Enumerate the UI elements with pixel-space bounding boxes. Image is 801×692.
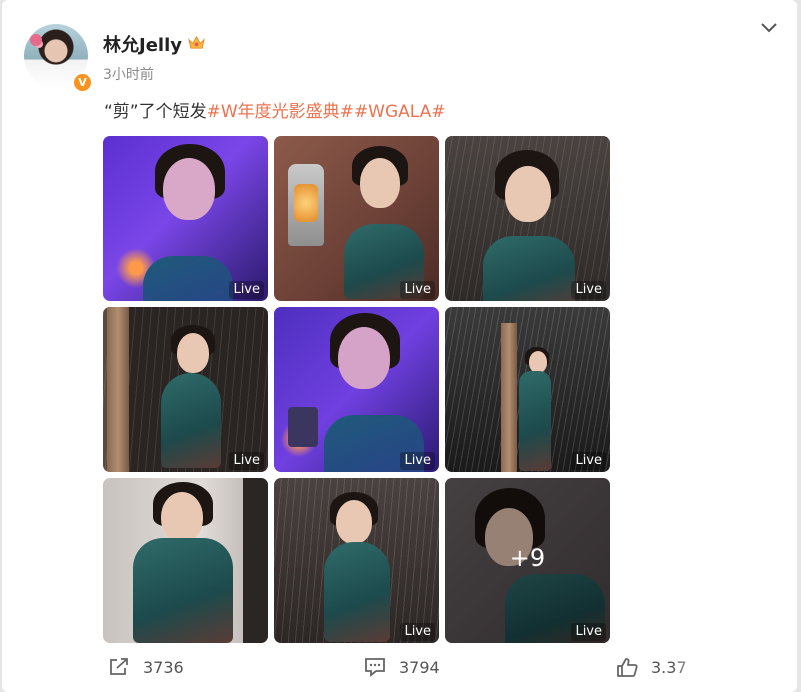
verified-badge-icon: V: [72, 72, 93, 93]
photo-tile[interactable]: +9 Live: [445, 478, 610, 643]
weibo-post-card: V 林允Jelly 3小时前 “剪”了个短发#W年度光影盛典##WGALA# L…: [2, 0, 797, 692]
post-timestamp[interactable]: 3小时前: [103, 64, 154, 84]
overflow-fade: [672, 646, 792, 686]
photo-grid: Live Live Live Live Live Live Live +9 Li…: [103, 136, 611, 643]
photo-tile[interactable]: Live: [103, 136, 268, 301]
live-badge: Live: [571, 623, 606, 641]
thumbs-up-icon: [617, 658, 638, 677]
live-badge: Live: [400, 623, 435, 641]
live-badge: Live: [229, 281, 264, 299]
post-text: “剪”了个短发#W年度光影盛典##WGALA#: [104, 97, 446, 122]
repost-button[interactable]: 3736: [108, 656, 184, 678]
live-badge: Live: [229, 452, 264, 470]
photo-tile[interactable]: Live: [445, 307, 610, 472]
live-badge: Live: [400, 452, 435, 470]
comment-button[interactable]: 3794: [364, 656, 440, 678]
photo-tile[interactable]: Live: [274, 478, 439, 643]
comment-count: 3794: [399, 657, 440, 677]
live-badge: Live: [571, 281, 606, 299]
photo-tile[interactable]: Live: [274, 136, 439, 301]
username[interactable]: 林允Jelly: [103, 31, 182, 57]
post-text-plain: “剪”了个短发: [104, 102, 207, 122]
live-badge: Live: [571, 452, 606, 470]
crown-icon: [188, 35, 205, 49]
repost-icon: [110, 658, 128, 675]
hashtag-link[interactable]: #W年度光影盛典#: [207, 102, 354, 122]
comment-icon: [365, 658, 385, 677]
live-badge: Live: [400, 281, 435, 299]
more-photos-count: +9: [509, 544, 546, 572]
photo-tile[interactable]: Live: [103, 307, 268, 472]
photo-tile[interactable]: Live: [445, 136, 610, 301]
photo-tile[interactable]: Live: [274, 307, 439, 472]
photo-tile[interactable]: [103, 478, 268, 643]
chevron-down-icon[interactable]: [760, 22, 778, 34]
repost-count: 3736: [143, 657, 184, 677]
hashtag-link[interactable]: #WGALA#: [354, 102, 446, 122]
